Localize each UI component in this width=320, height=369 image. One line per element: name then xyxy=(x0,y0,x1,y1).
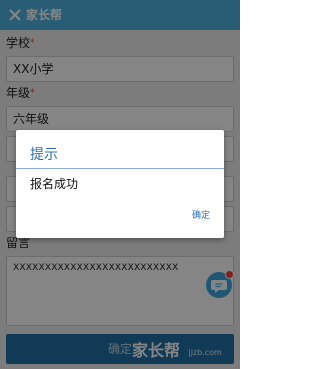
dialog-title: 提示 xyxy=(30,147,58,163)
dialog-divider xyxy=(16,168,224,169)
dialog-message: 报名成功 xyxy=(30,177,79,191)
alert-dialog: 提示 报名成功 确定 xyxy=(16,130,224,238)
dialog-ok-button[interactable]: 确定 xyxy=(192,210,210,222)
screen: 家长帮 学校* XX小学 年级* 六年级 留言 XXXXXXXXXXXXXXXX… xyxy=(0,0,240,369)
